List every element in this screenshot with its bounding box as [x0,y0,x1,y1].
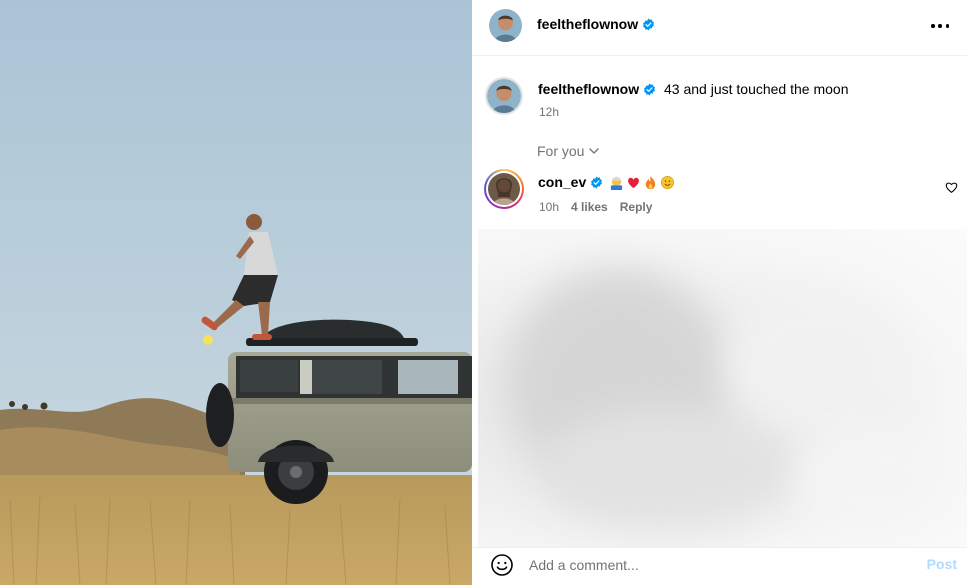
post-photo[interactable] [0,0,472,585]
smiley-emoji-icon [661,175,675,189]
comments-filter-dropdown[interactable]: For you [537,143,600,159]
post-details-panel: feeltheflownow feeltheflownow 43 and jus… [472,0,967,585]
more-options-icon[interactable] [929,15,951,37]
verified-badge-icon [644,83,656,96]
like-comment-heart-icon[interactable] [945,181,958,194]
fire-emoji-icon [646,175,656,189]
comment-item: con_ev 10h 4 likes Reply [472,168,967,218]
caption-text: 43 and just touched the moon [664,81,849,97]
blurred-content-area [478,229,967,547]
comment-composer: Post [472,547,967,585]
chevron-down-icon [589,148,600,154]
old-man-emoji-icon [611,176,623,190]
post-button[interactable]: Post [927,556,957,572]
commenter-avatar[interactable] [484,169,524,209]
red-heart-emoji-icon [628,177,640,188]
author-username-text[interactable]: feeltheflownow [537,16,638,32]
caption-author-avatar[interactable] [485,77,523,115]
author-avatar[interactable] [489,9,522,42]
verified-badge-icon [591,176,603,188]
emoji-picker-icon[interactable] [490,553,514,577]
commenter-username[interactable]: con_ev [538,174,586,190]
caption-username[interactable]: feeltheflownow [538,81,639,97]
author-username[interactable]: feeltheflownow [537,16,655,32]
caption-timestamp[interactable]: 12h [539,105,559,119]
post-header: feeltheflownow [472,0,967,56]
comment-input[interactable] [529,554,909,576]
verified-badge-icon [643,18,655,31]
comment-reply-button[interactable]: Reply [620,200,653,214]
comments-filter-label: For you [537,143,585,159]
comment-likes-count[interactable]: 4 likes [571,200,608,214]
comment-timestamp[interactable]: 10h [539,200,559,214]
